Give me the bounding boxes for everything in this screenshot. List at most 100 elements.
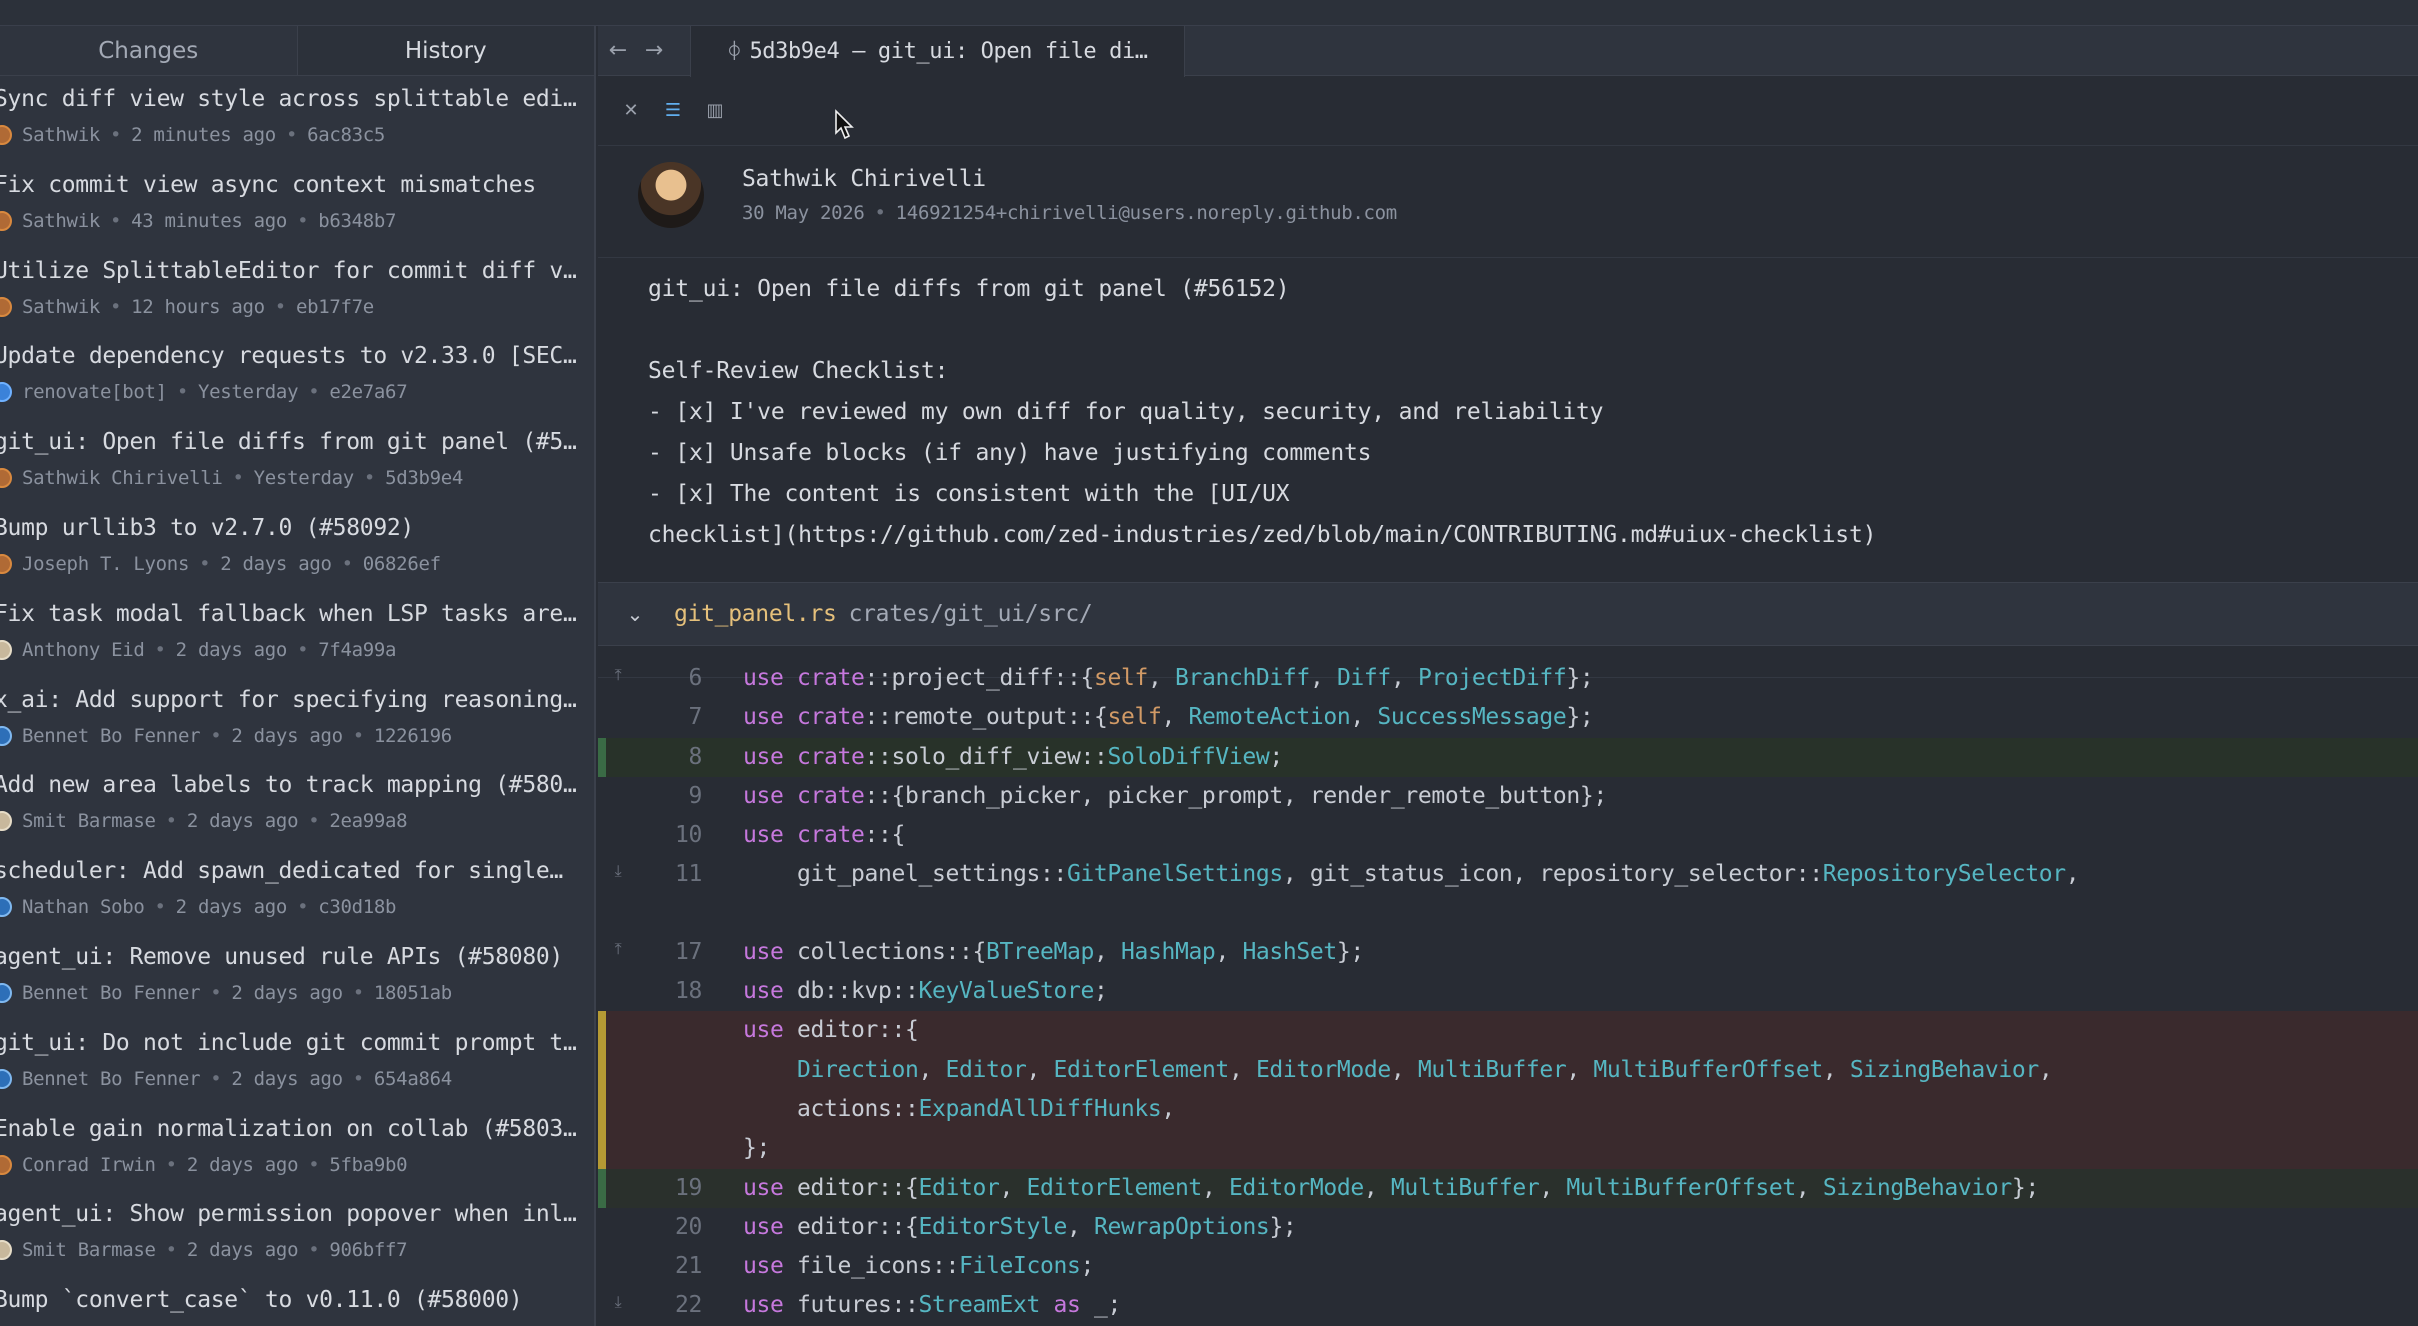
mouse-cursor-icon <box>835 109 854 140</box>
commit-time: 2 days ago <box>186 1239 299 1262</box>
chevron-down-icon[interactable]: ⌄ <box>610 602 660 626</box>
editor-tab-label: 5d3b9e4 — git_ui: Open file di… <box>749 39 1148 64</box>
commit-time: 2 days ago <box>186 810 299 833</box>
commit-author: Nathan Sobo <box>22 896 145 919</box>
avatar <box>0 1154 12 1175</box>
commit-view: ← → ⌽ 5d3b9e4 — git_ui: Open file di… ✕ … <box>598 26 2418 1326</box>
code-line: 21 use file_icons::FileIcons; <box>675 1253 1094 1280</box>
commit-meta: Bennet Bo Fenner • 2 days ago • 18051ab <box>0 982 452 1004</box>
commit-list-item[interactable]: agent_ui: Remove unused rule APIs (#5808… <box>0 934 594 1020</box>
commit-sha: 1226196 <box>373 724 452 747</box>
unified-diff-icon[interactable]: ☰ <box>662 100 684 122</box>
expand-down-icon[interactable]: ⤓ <box>598 861 638 881</box>
commit-author: Smit Barmase <box>22 810 156 833</box>
author-meta: 30 May 2026 • 146921254+chirivelli@users.n… <box>742 202 1397 224</box>
commit-time: Yesterday <box>197 381 299 404</box>
hunk-separator <box>598 895 2418 933</box>
commit-title: git_ui: Do not include git commit prompt… <box>0 1029 577 1056</box>
commit-author: Anthony Eid <box>22 638 145 661</box>
commit-sha: b6348b7 <box>318 209 397 232</box>
editor-tab-commit[interactable]: ⌽ 5d3b9e4 — git_ui: Open file di… <box>690 26 1185 77</box>
commit-author: Joseph T. Lyons <box>22 552 190 575</box>
commit-sha: 06826ef <box>362 552 441 575</box>
commit-list-item[interactable]: Bump urllib3 to v2.7.0 (#58092) Joseph T.… <box>0 505 594 591</box>
commit-list: Sync diff view style across splittable e… <box>0 76 594 1326</box>
title-bar <box>0 0 2418 26</box>
arrow-right-icon[interactable]: → <box>634 38 674 63</box>
commit-list-item[interactable]: Fix commit view async context mismatches… <box>0 162 594 248</box>
commit-list-item[interactable]: Enable gain normalization on collab (#58… <box>0 1106 594 1192</box>
commit-title: Update dependency requests to v2.33.0 [S… <box>0 343 577 370</box>
commit-author: Sathwik <box>22 295 100 318</box>
commit-time: 2 minutes ago <box>131 124 276 146</box>
avatar <box>0 382 12 403</box>
commit-sha: 5fba9b0 <box>329 1153 408 1176</box>
commit-list-item[interactable]: Update dependency requests to v2.33.0 [S… <box>0 333 594 419</box>
code-line-removed: Direction, Editor, EditorElement, Editor… <box>598 1050 2418 1091</box>
code-line-added: 19 use editor::{Editor, EditorElement, Ed… <box>598 1168 2418 1209</box>
avatar <box>0 1240 12 1261</box>
tab-changes[interactable]: Changes <box>0 26 297 75</box>
expand-down-icon[interactable]: ⤓ <box>598 1292 638 1312</box>
commit-list-item[interactable]: Utilize SplittableEditor for commit diff… <box>0 248 594 334</box>
file-path: crates/git_ui/src/ <box>848 601 1093 627</box>
commit-list-item[interactable]: Add new area labels to track mapping (#5… <box>0 762 594 848</box>
commit-author: Bennet Bo Fenner <box>22 981 201 1004</box>
commit-sha: eb17f7e <box>295 295 374 318</box>
commit-meta: Smit Barmase • 2 days ago • 2ea99a8 <box>0 810 408 833</box>
git-panel-sidebar: Changes History Sync diff view style acr… <box>0 26 596 1326</box>
commit-meta: Sathwik • 12 hours ago • eb17f7e <box>0 296 374 318</box>
commit-list-item[interactable]: Bump `convert_case` to v0.11.0 (#58000) <box>0 1277 594 1326</box>
commit-time: 2 days ago <box>175 638 288 661</box>
commit-sha: 18051ab <box>373 981 452 1004</box>
message-line: Self-Review Checklist: <box>648 358 949 384</box>
commit-sha: 2ea99a8 <box>329 810 408 833</box>
commit-author: Sathwik <box>22 124 100 146</box>
code-line-removed: use editor::{ <box>598 1011 2418 1051</box>
commit-title: Fix commit view async context mismatches <box>0 171 536 198</box>
commit-list-item[interactable]: scheduler: Add spawn_dedicated for singl… <box>0 848 594 934</box>
commit-list-item[interactable]: git_ui: Do not include git commit prompt… <box>0 1020 594 1106</box>
expand-up-icon[interactable]: ⤒ <box>598 665 638 685</box>
commit-sha: 906bff7 <box>329 1239 408 1262</box>
commit-meta: renovate[bot] • Yesterday • e2e7a67 <box>0 381 408 404</box>
commit-date: 30 May 2026 <box>742 202 865 224</box>
commit-meta: Sathwik • 43 minutes ago • b6348b7 <box>0 209 397 232</box>
collapse-all-icon[interactable]: ✕ <box>620 100 642 122</box>
commit-list-item[interactable]: agent_ui: Show permission popover when i… <box>0 1191 594 1277</box>
commit-author-block: Sathwik Chirivelli 30 May 2026 • 146921254… <box>598 146 2418 258</box>
commit-title: Utilize SplittableEditor for commit diff… <box>0 257 577 284</box>
message-line: - [x] I've reviewed my own diff for qual… <box>648 399 1604 425</box>
commit-time: 43 minutes ago <box>131 209 288 232</box>
commit-time: 2 days ago <box>186 1153 299 1176</box>
avatar <box>0 639 12 660</box>
split-diff-icon[interactable]: ▥ <box>704 100 726 122</box>
arrow-left-icon[interactable]: ← <box>598 38 638 63</box>
code-line: 20 use editor::{EditorStyle, RewrapOption… <box>675 1213 1297 1240</box>
tab-history[interactable]: History <box>296 26 594 75</box>
author-name: Sathwik Chirivelli <box>742 166 986 192</box>
commit-meta: Bennet Bo Fenner • 2 days ago • 1226196 <box>0 725 452 747</box>
commit-title: agent_ui: Show permission popover when i… <box>0 1201 577 1228</box>
code-line: 18 use db::kvp::KeyValueStore; <box>675 978 1108 1005</box>
message-line: - [x] Unsafe blocks (if any) have justif… <box>648 440 1372 466</box>
commit-time: 2 days ago <box>231 1067 343 1090</box>
avatar <box>0 982 12 1003</box>
file-diff-header[interactable]: ⌄ git_panel.rs crates/git_ui/src/ <box>598 582 2418 646</box>
commit-sha: 654a864 <box>373 1067 452 1090</box>
commit-meta: Anthony Eid • 2 days ago • 7f4a99a <box>0 639 396 661</box>
code-line: ⤓ 22 use futures::StreamExt as _; <box>598 1286 2418 1325</box>
commit-author: Sathwik <box>22 209 100 232</box>
expand-up-icon[interactable]: ⤒ <box>598 939 638 959</box>
commit-meta: Joseph T. Lyons • 2 days ago • 06826ef <box>0 553 441 575</box>
commit-meta: Sathwik • 2 minutes ago • 6ac83c5 <box>0 124 385 146</box>
commit-list-item[interactable]: git_ui: Open file diffs from git panel (… <box>0 419 594 505</box>
code-line: 10 use crate::{ <box>675 822 905 849</box>
file-name: git_panel.rs <box>674 601 837 627</box>
diff-code-view: ⤒ 6 use crate::project_diff::{self, Branch… <box>598 659 2418 1326</box>
commit-title: Add new area labels to track mapping (#5… <box>0 772 577 799</box>
commit-list-item[interactable]: x_ai: Add support for specifying reasoni… <box>0 677 594 763</box>
commit-list-item[interactable]: Sync diff view style across splittable e… <box>0 76 594 162</box>
commit-meta: Bennet Bo Fenner • 2 days ago • 654a864 <box>0 1068 452 1090</box>
commit-list-item[interactable]: Fix task modal fallback when LSP tasks a… <box>0 591 594 677</box>
